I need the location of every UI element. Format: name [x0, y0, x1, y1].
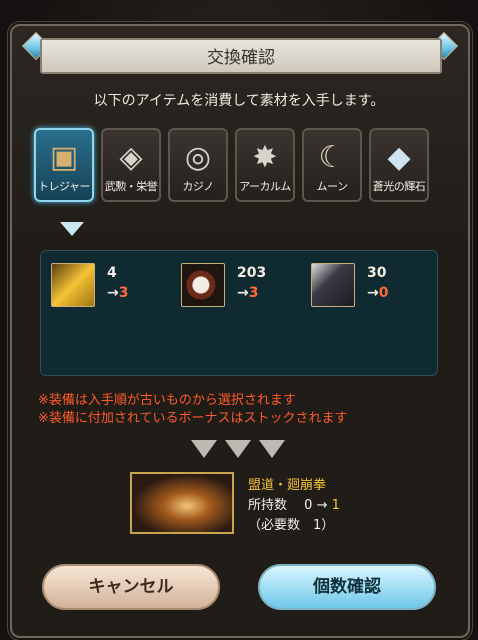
tab-label: 武勲・栄誉: [104, 180, 158, 193]
consumed-item: 30 →0: [311, 263, 441, 311]
down-arrow-icon: [191, 440, 217, 458]
owned-label: 所持数: [248, 498, 288, 513]
tab-label: カジノ: [182, 180, 214, 193]
casino-chip-icon: ◎: [184, 140, 212, 175]
moon-icon: ☾: [318, 140, 346, 175]
note-line: ※装備は入手順が古いものから選択されます: [38, 393, 296, 408]
confirm-quantity-button[interactable]: 個数確認: [258, 564, 436, 610]
arrow-indicator: [191, 440, 285, 458]
item-owned: 203: [237, 265, 267, 281]
tab-shining-stone[interactable]: ◆ 蒼光の輝石: [369, 128, 429, 202]
tab-moon[interactable]: ☾ ムーン: [302, 128, 362, 202]
owned-to: 1: [331, 498, 340, 513]
reward-owned: 所持数 0 → 1: [248, 498, 340, 513]
item-after-value: 3: [248, 285, 259, 301]
shining-stone-icon: ◆: [387, 140, 411, 175]
item-after: →3: [237, 285, 259, 301]
dialog-title: 交換確認: [40, 38, 442, 74]
cancel-button[interactable]: キャンセル: [42, 564, 220, 610]
item-after: →3: [107, 285, 129, 301]
consumed-items-panel: 4 →3 203 →3 30 →0: [40, 250, 438, 376]
gauntlet-icon: [311, 263, 355, 307]
reward-item-image: [130, 472, 234, 534]
consumed-item: 4 →3: [51, 263, 181, 311]
item-after-value: 0: [378, 285, 389, 301]
casino-item-icon: [181, 263, 225, 307]
arcarum-icon: ✸: [252, 140, 278, 175]
reward-need: （必要数 1）: [248, 518, 335, 533]
item-after: →0: [367, 285, 389, 301]
item-owned: 30: [367, 265, 387, 281]
consumed-item: 203 →3: [181, 263, 311, 311]
tab-casino[interactable]: ◎ カジノ: [168, 128, 228, 202]
item-after-value: 3: [118, 285, 129, 301]
treasure-chest-icon: ▣: [49, 140, 79, 175]
tab-honors[interactable]: ◈ 武勲・栄誉: [101, 128, 161, 202]
tab-label: 蒼光の輝石: [372, 180, 426, 193]
item-owned: 4: [107, 265, 117, 281]
tab-arcarum[interactable]: ✸ アーカルム: [235, 128, 295, 202]
notes: ※装備は入手順が古いものから選択されます ※装備に付加されているボーナスはストッ…: [38, 392, 348, 428]
tab-treasure[interactable]: ▣ トレジャー: [34, 128, 94, 202]
note-line: ※装備に付加されているボーナスはストックされます: [38, 411, 348, 426]
down-arrow-icon: [225, 440, 251, 458]
crystal-icon: ◈: [119, 140, 143, 175]
category-tabs: ▣ トレジャー ◈ 武勲・栄誉 ◎ カジノ ✸ アーカルム ☾ ムーン ◆ 蒼光…: [34, 128, 429, 204]
active-tab-pointer-icon: [60, 222, 84, 236]
owned-from: 0: [304, 498, 313, 513]
reward-name: 盟道・廻崩拳: [248, 478, 327, 493]
down-arrow-icon: [259, 440, 285, 458]
tab-label: ムーン: [316, 180, 348, 193]
tab-label: アーカルム: [239, 180, 291, 193]
instruction-text: 以下のアイテムを消費して素材を入手します。: [93, 93, 385, 109]
gold-bar-icon: [51, 263, 95, 307]
tab-label: トレジャー: [38, 180, 90, 193]
